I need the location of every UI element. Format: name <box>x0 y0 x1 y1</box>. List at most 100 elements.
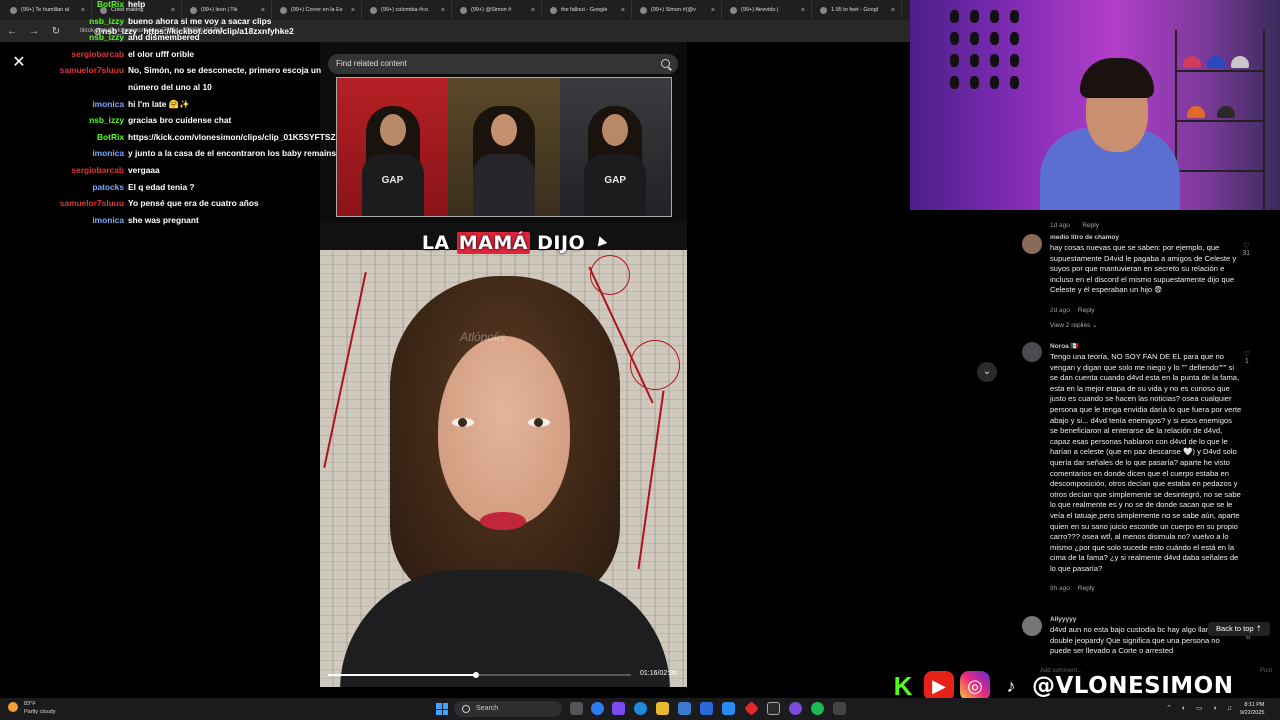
browser-tab[interactable]: (99+) colombia #co × <box>364 1 452 19</box>
screen: (99+) Te humillan al × Cried making × (99+) … <box>0 0 1280 720</box>
wall-decor <box>970 32 979 45</box>
chat-username[interactable]: imonica <box>0 147 124 159</box>
chat-message: she was pregnant <box>128 214 199 225</box>
chat-username[interactable]: samuelor7sluuu <box>0 197 124 209</box>
chat-message-row: número del uno al 10 <box>0 81 340 93</box>
comment-author[interactable]: Noroa 🇲🇽 <box>1050 342 1242 350</box>
chat-message-row: nsb_izzy gracias bro cuídense chat <box>0 114 340 126</box>
browser-tab[interactable]: (99+) Atrevido | × <box>724 1 812 19</box>
search-icon[interactable] <box>661 59 670 68</box>
app-icon[interactable] <box>767 702 780 715</box>
tab-close-icon[interactable]: × <box>441 7 445 14</box>
tab-label: (99+) @Simon # <box>471 7 512 13</box>
chat-message-row: imonica she was pregnant <box>0 214 340 226</box>
avatar[interactable] <box>1022 234 1042 254</box>
progress-bar[interactable] <box>328 672 631 678</box>
tab-close-icon[interactable]: × <box>531 7 535 14</box>
browser-tab[interactable]: 1.95 to feet - Googl × <box>814 1 902 19</box>
heart-icon: ♡ <box>1242 243 1250 250</box>
instagram-logo-icon: ◎ <box>960 671 990 701</box>
video-player[interactable]: Find related content GAP GAP Atlópolis L… <box>320 42 687 687</box>
kick-logo-icon: K <box>888 671 918 701</box>
person-figure: GAP <box>580 96 650 216</box>
comment-author[interactable]: medio litro de chamoy <box>1050 234 1242 241</box>
browser-tab[interactable]: (99+) Simon #(@v × <box>634 1 722 19</box>
edge-icon[interactable] <box>634 702 647 715</box>
tab-close-icon[interactable]: × <box>621 7 625 14</box>
like-button[interactable]: ♡ 31 <box>1242 242 1250 257</box>
wall-decor <box>950 10 959 23</box>
woman-face <box>438 336 570 526</box>
tiktok-logo-icon: ♪ <box>996 671 1026 701</box>
wall-decor <box>950 32 959 45</box>
chat-message: el olor ufff orible <box>128 48 195 59</box>
chat-username[interactable]: sergiobarcab <box>0 48 124 60</box>
chat-username[interactable]: BotRix <box>0 131 124 143</box>
spotify-icon[interactable] <box>811 702 824 715</box>
store-icon[interactable] <box>700 702 713 715</box>
eye <box>528 418 550 427</box>
tab-label: (99+) colombia #co <box>381 7 428 13</box>
app-icon[interactable] <box>612 702 625 715</box>
avatar[interactable] <box>1022 342 1042 362</box>
chat-username[interactable]: sergiobarcab <box>0 164 124 176</box>
chat-username[interactable]: BotRix <box>0 0 124 10</box>
wall-decor <box>970 10 979 23</box>
wall-decor <box>990 76 999 89</box>
comment: Noroa 🇲🇽 Tengo una teoría, NO SOY FAN DE… <box>1022 342 1272 595</box>
reply-button[interactable]: Reply <box>1078 585 1095 592</box>
windows-start-icon[interactable] <box>436 703 448 715</box>
clock[interactable]: 8:11 PM 9/22/2025 <box>1240 701 1264 717</box>
wall-decor <box>1010 54 1019 67</box>
chevron-down-icon[interactable]: ⌄ <box>977 362 997 382</box>
app-icon[interactable] <box>722 702 735 715</box>
chat-username[interactable]: imonica <box>0 214 124 226</box>
tab-close-icon[interactable]: × <box>711 7 715 14</box>
chat-message-row: samuelor7sluuu Yo pensé que era de cuatro… <box>0 197 340 209</box>
related-search-input[interactable]: Find related content <box>328 54 678 74</box>
weather-icon <box>8 702 18 712</box>
browser-tab[interactable]: the fallout - Google × <box>544 1 632 19</box>
chat-message: vergaaa <box>128 165 160 175</box>
youtube-logo-icon: ▶ <box>924 671 954 701</box>
caption-highlight: MAMÁ <box>456 232 530 254</box>
chat-username[interactable]: samuelor7sluuu <box>0 64 124 76</box>
weather-widget[interactable]: 83°F Partly cloudy <box>8 700 56 716</box>
file-explorer-icon[interactable] <box>656 702 669 715</box>
reply-button[interactable]: Reply <box>1082 222 1099 229</box>
wall-decor <box>1010 32 1019 45</box>
chat-username[interactable]: nsb_izzy <box>0 114 124 126</box>
tab-close-icon[interactable]: × <box>891 7 895 14</box>
app-icon[interactable] <box>833 702 846 715</box>
tab-favicon-icon <box>460 6 467 14</box>
like-button[interactable]: ♡ 1 <box>1244 350 1250 365</box>
back-to-top-button[interactable]: Back to top ⇡ <box>1208 622 1270 636</box>
taskbar-search[interactable]: Search <box>454 701 562 717</box>
shelf <box>1175 30 1265 210</box>
system-tray[interactable]: ⌃ ◐ ▭ ◑ ♫ <box>1166 704 1236 712</box>
tab-label: (99+) Atrevido | <box>741 7 779 13</box>
chat-message-row: samuelor7sluuu No, Simón, no se desconect… <box>0 64 340 76</box>
chat-message: hi I'm late 🤗✨ <box>128 98 190 109</box>
task-view-icon[interactable] <box>570 702 583 715</box>
person-figure <box>469 96 539 216</box>
collage-photo: GAP <box>559 78 671 216</box>
chat-username[interactable]: patocks <box>0 181 124 193</box>
tab-close-icon[interactable]: × <box>351 7 355 14</box>
chat-message: No, Simón, no se desconecte, primero esc… <box>128 65 322 76</box>
app-icon[interactable] <box>744 701 759 716</box>
comments-panel: 1d ago Reply medio litro de chamoy hay c… <box>1010 200 1280 660</box>
tab-favicon-icon <box>820 6 827 14</box>
discord-icon[interactable] <box>789 702 802 715</box>
chat-message-row: imonica y junto a la casa de el encontrar… <box>0 147 340 159</box>
tab-close-icon[interactable]: × <box>801 7 805 14</box>
mail-icon[interactable] <box>678 702 691 715</box>
reply-button[interactable]: Reply <box>1078 307 1095 314</box>
wall-decor <box>990 54 999 67</box>
browser-tab[interactable]: (99+) @Simon # × <box>454 1 542 19</box>
view-replies-button[interactable]: View 2 replies ⌄ <box>1050 321 1242 329</box>
avatar[interactable] <box>1022 616 1042 636</box>
comment-text: Tengo una teoría, NO SOY FAN DE EL para … <box>1050 352 1242 573</box>
chat-username[interactable]: imonica <box>0 98 124 110</box>
chrome-icon[interactable] <box>591 702 604 715</box>
